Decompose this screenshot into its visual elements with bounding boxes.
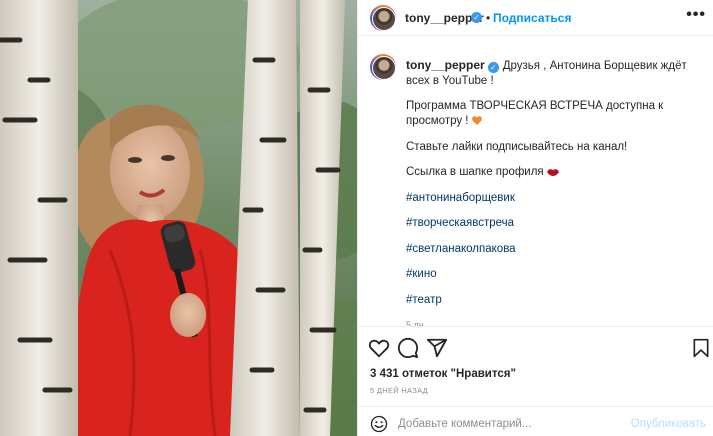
action-bar: [358, 326, 713, 366]
comment-input[interactable]: [398, 414, 628, 434]
photo-image: [0, 0, 357, 436]
post-photo[interactable]: [0, 0, 357, 436]
hashtag-link[interactable]: #светланаколпакова: [406, 242, 701, 257]
orange-heart-icon: [471, 116, 482, 125]
verified-badge-icon: ✓: [471, 12, 482, 23]
caption-username[interactable]: tony__pepper: [406, 58, 485, 72]
hashtag-link[interactable]: #кино: [406, 267, 701, 282]
lips-icon: [546, 169, 559, 176]
verified-badge-icon: ✓: [487, 62, 499, 73]
post-side-panel: tony__pepper ✓ • Подписаться ••• tony__p…: [357, 0, 713, 436]
caption-time: 5 дн.: [406, 320, 427, 326]
caption-area: tony__pepper ✓ Друзья , Антонина Борщевик …: [358, 44, 713, 326]
likes-count[interactable]: 3 431 отметок "Нравится": [370, 368, 516, 380]
caption-text: tony__pepper ✓ Друзья , Антонина Борщевик …: [406, 58, 701, 326]
caption-line-2: Программа ТВОРЧЕСКАЯ ВСТРЕЧА доступна к …: [406, 100, 664, 127]
bookmark-icon[interactable]: [691, 337, 711, 359]
hashtag-link[interactable]: #антонинаборщевик: [406, 191, 701, 206]
smiley-icon[interactable]: [370, 415, 388, 433]
hashtag-link[interactable]: #творческаявстреча: [406, 216, 701, 231]
comment-icon[interactable]: [397, 337, 419, 359]
separator-dot: •: [486, 11, 491, 25]
publish-button[interactable]: Опубликовать: [631, 418, 706, 430]
add-comment-bar: Опубликовать: [358, 406, 713, 436]
post-header: tony__pepper ✓ • Подписаться •••: [358, 0, 713, 36]
caption-line-4: Ссылка в шапке профиля: [406, 166, 544, 178]
author-avatar[interactable]: [370, 5, 396, 31]
post-date: 5 ДНЕЙ НАЗАД: [370, 386, 429, 395]
paper-plane-icon[interactable]: [426, 337, 448, 359]
caption-line-3: Ставьте лайки подписывайтесь на канал!: [406, 140, 628, 153]
follow-button[interactable]: Подписаться: [493, 11, 571, 25]
heart-icon[interactable]: [368, 337, 390, 359]
more-options-icon[interactable]: •••: [686, 6, 706, 24]
caption-avatar[interactable]: [370, 54, 396, 80]
hashtag-link[interactable]: #театр: [406, 293, 701, 308]
